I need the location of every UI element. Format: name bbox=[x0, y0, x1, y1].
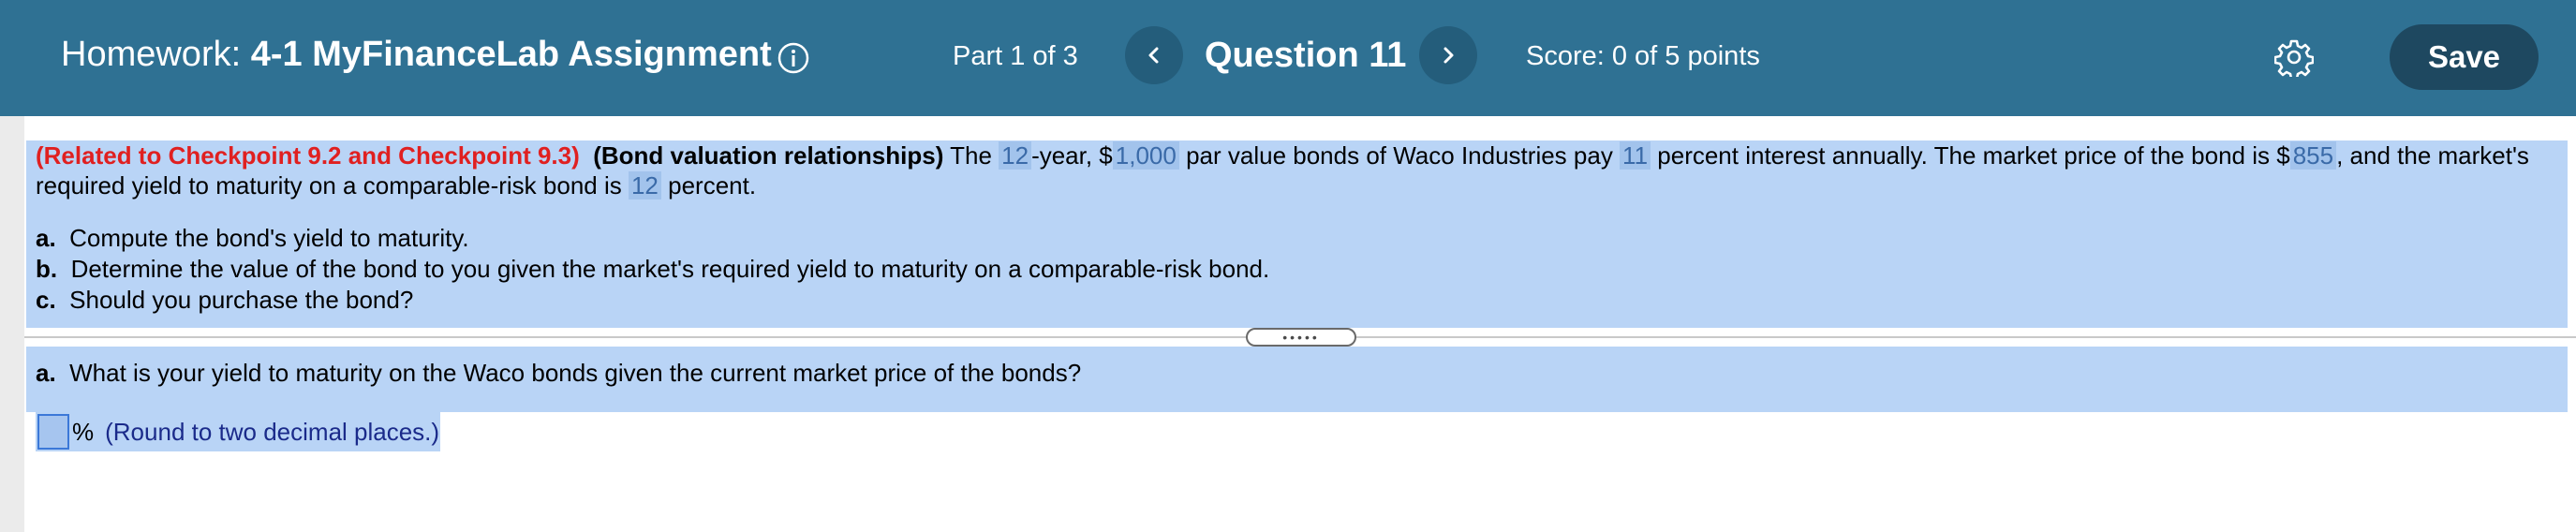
problem-text: The bbox=[943, 141, 999, 170]
bond-years-value: 12 bbox=[999, 141, 1032, 170]
chevron-left-icon bbox=[1148, 47, 1159, 64]
resize-handle[interactable]: ••••• bbox=[1246, 328, 1356, 347]
problem-topic: (Bond valuation relationships) bbox=[593, 141, 944, 170]
homework-title: Homework: 4-1 MyFinanceLab Assignment bbox=[61, 34, 772, 75]
answer-letter: a. bbox=[36, 359, 56, 387]
chevron-right-icon bbox=[1443, 47, 1454, 64]
question-statement: (Related to Checkpoint 9.2 and Checkpoin… bbox=[26, 140, 2568, 328]
yield-answer-input[interactable] bbox=[37, 414, 69, 450]
problem-text: percent. bbox=[660, 171, 757, 200]
problem-text: -year, $ bbox=[1031, 141, 1113, 170]
part-indicator: Part 1 of 3 bbox=[953, 41, 1078, 71]
problem-parts: a. Compute the bond's yield to maturity.… bbox=[36, 223, 1269, 316]
part-item: c. Should you purchase the bond? bbox=[36, 285, 1269, 316]
part-text: Should you purchase the bond? bbox=[69, 286, 414, 314]
percent-unit: % bbox=[72, 417, 95, 446]
left-margin-strip bbox=[0, 116, 24, 532]
gear-icon[interactable] bbox=[2273, 37, 2315, 81]
part-text: Compute the bond's yield to maturity. bbox=[69, 224, 469, 252]
coupon-rate-value: 11 bbox=[1620, 141, 1651, 170]
part-letter: a. bbox=[36, 224, 56, 252]
market-price-value: 855 bbox=[2289, 141, 2337, 170]
save-button[interactable]: Save bbox=[2390, 24, 2539, 90]
par-value: 1,000 bbox=[1112, 141, 1179, 170]
question-number: Question 11 bbox=[1205, 36, 1407, 75]
part-letter: c. bbox=[36, 286, 56, 314]
next-question-button[interactable] bbox=[1419, 26, 1477, 84]
related-checkpoints: (Related to Checkpoint 9.2 and Checkpoin… bbox=[36, 141, 580, 170]
homework-title-prefix: Homework: bbox=[61, 35, 251, 74]
answer-question-text: What is your yield to maturity on the Wa… bbox=[69, 359, 1082, 387]
header-bar: Homework: 4-1 MyFinanceLab Assignment Pa… bbox=[0, 0, 2576, 116]
problem-text: percent interest annually. The market pr… bbox=[1651, 141, 2290, 170]
rounding-hint: (Round to two decimal places.) bbox=[105, 417, 440, 446]
problem-line-2: required yield to maturity on a comparab… bbox=[36, 170, 756, 201]
problem-text: required yield to maturity on a comparab… bbox=[36, 171, 629, 200]
answer-question-panel: a. What is your yield to maturity on the… bbox=[26, 347, 2568, 412]
problem-text: , and the market's bbox=[2336, 141, 2529, 170]
answer-question: a. What is your yield to maturity on the… bbox=[36, 358, 1081, 389]
answer-row: % (Round to two decimal places.) bbox=[36, 412, 440, 451]
problem-text: par value bonds of Waco Industries pay bbox=[1178, 141, 1621, 170]
assignment-name: 4-1 MyFinanceLab Assignment bbox=[250, 35, 772, 74]
score-label: Score: 0 of 5 points bbox=[1526, 41, 1760, 71]
previous-question-button[interactable] bbox=[1125, 26, 1183, 84]
problem-line-1: (Related to Checkpoint 9.2 and Checkpoin… bbox=[36, 140, 2529, 171]
part-item: b. Determine the value of the bond to yo… bbox=[36, 254, 1269, 285]
part-item: a. Compute the bond's yield to maturity. bbox=[36, 223, 1269, 254]
info-icon[interactable] bbox=[777, 41, 810, 75]
required-yield-value: 12 bbox=[628, 171, 661, 200]
part-text: Determine the value of the bond to you g… bbox=[70, 255, 1270, 283]
part-letter: b. bbox=[36, 255, 58, 283]
